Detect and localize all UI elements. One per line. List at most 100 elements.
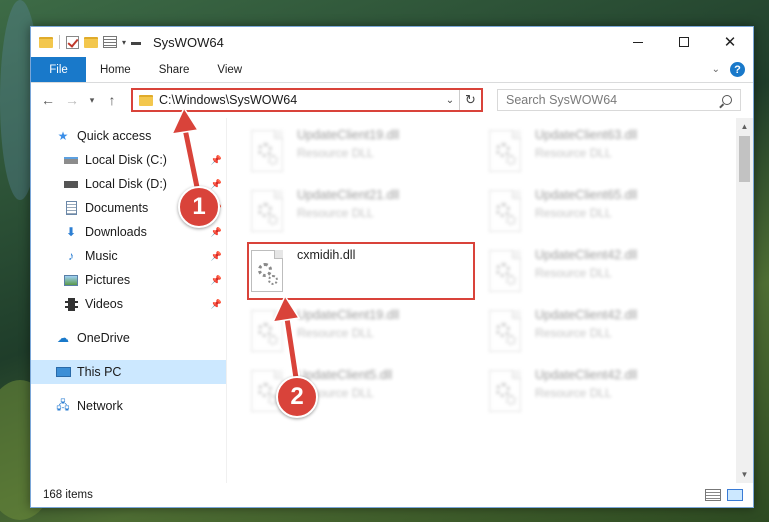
list-item[interactable]: UpdateClient21.dll Resource DLL [251, 186, 481, 236]
dll-file-icon [489, 250, 521, 292]
scroll-thumb[interactable] [739, 136, 750, 182]
tiles-view-icon[interactable] [727, 489, 743, 501]
caption-buttons: ✕ [615, 27, 753, 57]
pin-icon[interactable]: 📌 [211, 251, 222, 262]
list-item[interactable]: UpdateClient42.dll Resource DLL [489, 366, 719, 416]
properties-check-icon[interactable] [66, 35, 79, 49]
list-item[interactable]: UpdateClient63.dll Resource DLL [489, 126, 719, 176]
help-icon[interactable]: ? [730, 62, 745, 77]
address-bar[interactable]: C:\Windows\SysWOW64 ⌄ ↻ [131, 88, 483, 112]
list-item[interactable]: UpdateClient42.dll Resource DLL [489, 306, 719, 356]
item-count: 168 items [43, 489, 93, 501]
chevron-down-icon[interactable]: ▾ [122, 38, 126, 47]
minimize-icon [633, 41, 643, 43]
scroll-up-icon[interactable]: ▲ [736, 118, 753, 135]
file-description: Resource DLL [535, 266, 612, 280]
minimize-button[interactable] [615, 27, 661, 57]
sidebar-item-music[interactable]: ♪ Music 📌 [31, 244, 226, 268]
ribbon-right: ⌄ ? [712, 57, 753, 82]
list-item[interactable]: UpdateClient65.dll Resource DLL [489, 186, 719, 236]
dll-file-icon [489, 130, 521, 172]
file-name: UpdateClient42.dll [535, 368, 638, 382]
file-description: Resource DLL [297, 326, 374, 340]
new-folder-icon[interactable] [84, 36, 98, 48]
tab-home[interactable]: Home [86, 57, 145, 82]
computer-icon [55, 365, 71, 379]
recent-locations-icon[interactable]: ▾ [87, 95, 97, 106]
search-input[interactable]: Search SysWOW64 [497, 89, 741, 111]
status-bar: 168 items [31, 483, 753, 507]
pin-icon[interactable]: 📌 [211, 179, 222, 190]
close-button[interactable]: ✕ [707, 27, 753, 57]
forward-button[interactable]: → [63, 92, 81, 108]
file-name: UpdateClient21.dll [297, 188, 400, 202]
sidebar-item-onedrive[interactable]: ☁ OneDrive [31, 326, 226, 350]
back-button[interactable]: ← [39, 92, 57, 108]
customize-icon[interactable] [103, 36, 117, 48]
cloud-icon: ☁ [57, 331, 69, 345]
pin-icon[interactable]: 📌 [211, 275, 222, 286]
pin-icon[interactable]: 📌 [211, 227, 222, 238]
file-name: UpdateClient42.dll [535, 308, 638, 322]
title-bar: ▾ ▬ SysWOW64 ✕ [31, 27, 753, 57]
details-view-icon[interactable] [705, 489, 721, 501]
tab-share[interactable]: Share [145, 57, 204, 82]
sidebar-item-label: Network [77, 399, 123, 413]
qat-dropdown-icon[interactable]: ▬ [131, 37, 141, 48]
sidebar-item-label: Local Disk (D:) [85, 177, 167, 191]
list-item[interactable]: UpdateClient42.dll Resource DLL [489, 246, 719, 296]
sidebar-item-quick-access[interactable]: ★ Quick access [31, 124, 226, 148]
dll-file-icon [489, 370, 521, 412]
navigation-pane: ★ Quick access Local Disk (C:) 📌 Local D… [31, 118, 227, 483]
sidebar-item-network[interactable]: 🖧 Network [31, 394, 226, 418]
file-description: Resource DLL [297, 146, 374, 160]
tab-file[interactable]: File [31, 57, 86, 82]
pin-icon[interactable]: 📌 [211, 299, 222, 310]
file-description: Resource DLL [535, 386, 612, 400]
file-name: UpdateClient19.dll [297, 128, 400, 142]
refresh-button[interactable]: ↻ [459, 90, 481, 110]
dll-file-icon [489, 190, 521, 232]
up-button[interactable]: ↑ [103, 92, 121, 108]
sidebar-item-label: Downloads [85, 225, 147, 239]
file-description: Resource DLL [535, 146, 612, 160]
sidebar-item-this-pc[interactable]: This PC [31, 360, 226, 384]
maximize-button[interactable] [661, 27, 707, 57]
step-marker-1: 1 [178, 186, 220, 228]
window-title: SysWOW64 [153, 34, 224, 50]
list-item[interactable]: UpdateClient19.dll Resource DLL [251, 306, 481, 356]
music-icon: ♪ [68, 249, 74, 263]
document-icon [63, 201, 79, 215]
dll-highlight-box [247, 242, 475, 300]
divider [31, 350, 226, 360]
sidebar-item-label: Music [85, 249, 118, 263]
sidebar-item-videos[interactable]: Videos 📌 [31, 292, 226, 316]
list-item[interactable]: UpdateClient19.dll Resource DLL [251, 126, 481, 176]
address-path[interactable]: C:\Windows\SysWOW64 [159, 93, 441, 107]
divider [31, 384, 226, 394]
network-icon: 🖧 [56, 397, 70, 412]
address-dropdown-icon[interactable]: ⌄ [441, 95, 459, 106]
vertical-scrollbar[interactable]: ▲ ▼ [736, 118, 753, 483]
file-description: Resource DLL [297, 206, 374, 220]
file-name: UpdateClient42.dll [535, 248, 638, 262]
navigation-bar: ← → ▾ ↑ C:\Windows\SysWOW64 ⌄ ↻ Search S… [31, 83, 753, 117]
file-name: UpdateClient65.dll [535, 188, 638, 202]
sidebar-item-label: Quick access [77, 129, 152, 143]
file-list: UpdateClient19.dll Resource DLL UpdateCli… [227, 118, 753, 483]
search-icon[interactable] [722, 95, 732, 105]
pictures-icon [63, 273, 79, 287]
sidebar-item-label: Local Disk (C:) [85, 153, 167, 167]
step-marker-2: 2 [276, 376, 318, 418]
maximize-icon [679, 37, 689, 47]
scroll-down-icon[interactable]: ▼ [736, 466, 753, 483]
sidebar-item-pictures[interactable]: Pictures 📌 [31, 268, 226, 292]
pin-icon[interactable]: 📌 [211, 155, 222, 166]
close-icon: ✕ [723, 34, 737, 51]
expand-ribbon-icon[interactable]: ⌄ [712, 64, 720, 75]
dll-file-icon [251, 310, 283, 352]
sidebar-item-local-disk-c[interactable]: Local Disk (C:) 📌 [31, 148, 226, 172]
file-description: Resource DLL [535, 206, 612, 220]
tab-view[interactable]: View [203, 57, 256, 82]
sidebar-item-label: Videos [85, 297, 123, 311]
